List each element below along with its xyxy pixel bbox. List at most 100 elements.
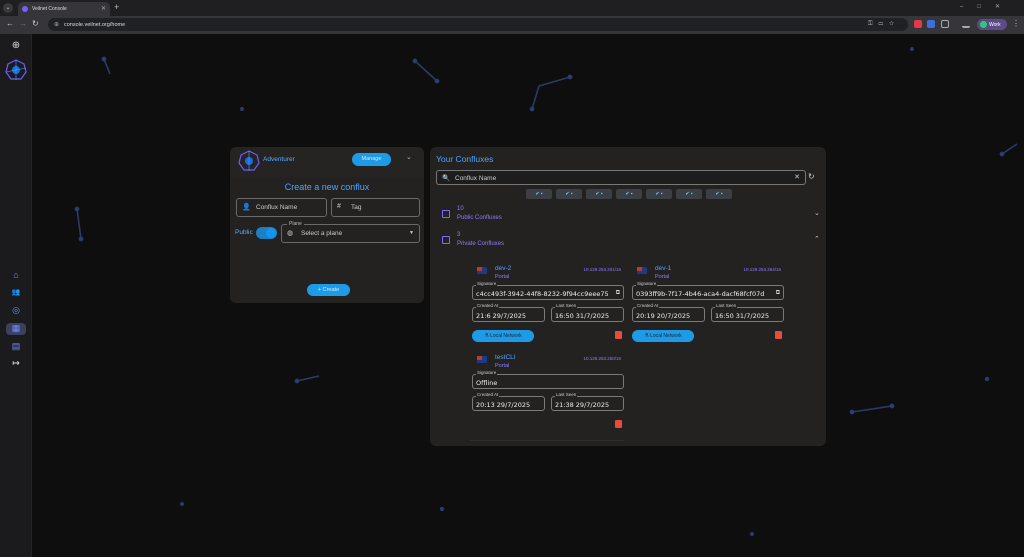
profile-button[interactable]: Work	[977, 19, 1007, 30]
filter-chip[interactable]: ✔ ▪	[646, 189, 672, 199]
delete-icon[interactable]	[615, 331, 622, 339]
signature-value: 0393ff9b-7f17-4b46-aca4-dacf68fcf07d	[636, 289, 765, 298]
add-circle-icon[interactable]: ⊕	[9, 40, 23, 52]
group-label: Private Confluxes	[457, 241, 505, 247]
page-viewport: ⊕ ⌂ 👥 ◎ ▦ ▤ ↦ Adventurer Manage ⌄ Create…	[0, 34, 1024, 557]
manage-button[interactable]: Manage	[352, 153, 391, 166]
delete-icon[interactable]	[775, 331, 782, 339]
chevron-up-icon[interactable]: ⌃	[814, 235, 820, 243]
public-confluxes-group[interactable]: 10 Public Confluxes ⌄	[442, 206, 826, 224]
home-icon[interactable]: ⌂	[9, 270, 23, 282]
reload-icon[interactable]: ↻	[32, 19, 39, 28]
filter-chip[interactable]: ✔ ▪	[676, 189, 702, 199]
logout-icon[interactable]: ↦	[9, 358, 23, 370]
conflux-group-icon	[442, 236, 450, 244]
tag-input[interactable]: # Tag	[331, 198, 420, 217]
confluxes-panel: Your Confluxes 🔍 Conflux Name ✕ ↻ ✔ ▪ ✔ …	[430, 147, 826, 446]
confluxes-title: Your Confluxes	[436, 154, 494, 164]
tab-close-icon[interactable]: ✕	[101, 5, 106, 12]
back-icon[interactable]: ←	[6, 19, 14, 28]
conflux-name-input[interactable]: 👤 Conflux Name	[236, 198, 327, 217]
signature-field[interactable]: Signature Offline	[472, 370, 624, 389]
extensions-puzzle-icon[interactable]	[941, 20, 949, 28]
chevron-down-icon[interactable]: ⌄	[406, 153, 412, 161]
address-bar[interactable]: ⊕ console.veilnet.org/home ⚿▭☆	[48, 18, 908, 31]
local-network-button[interactable]: ⚗ Local Network	[472, 330, 534, 342]
flag-icon	[477, 356, 487, 363]
dropdown-arrow-icon: ▼	[409, 230, 414, 236]
omnibox-actions[interactable]: ⚿▭☆	[868, 21, 900, 28]
delete-icon[interactable]	[615, 420, 622, 428]
favicon-icon	[22, 6, 28, 12]
conflux-search-input[interactable]: 🔍 Conflux Name ✕	[436, 170, 806, 185]
conflux-group-icon	[442, 210, 450, 218]
seen-value: 16:50 31/7/2025	[715, 311, 770, 320]
globe-icon[interactable]: ◎	[9, 305, 23, 317]
divider	[470, 440, 624, 441]
forward-icon[interactable]: →	[19, 19, 27, 28]
refresh-icon[interactable]: ↻	[808, 172, 815, 181]
browser-tab[interactable]: Veilnet Console ✕	[18, 2, 110, 16]
browser-menu-icon[interactable]: ⋮	[1012, 19, 1020, 28]
filter-chip[interactable]: ✔ ▪	[616, 189, 642, 199]
tab-search-icon[interactable]: ⌄	[3, 3, 13, 13]
node-card: testCLI Portal 10.128.253.250/16 Signatu…	[472, 353, 626, 437]
last-seen-field[interactable]: Last Seen 16:50 31/7/2025	[551, 303, 624, 322]
private-confluxes-group[interactable]: 3 Private Confluxes ⌃	[442, 232, 826, 250]
confluxes-grid-icon[interactable]: ▦	[6, 323, 26, 335]
last-seen-field[interactable]: Last Seen 21:38 29/7/2025	[551, 392, 624, 411]
search-placeholder: Conflux Name	[455, 174, 497, 182]
signature-field[interactable]: Signature c4cc493f-3942-44f8-8232-9f94cc…	[472, 281, 624, 300]
chevron-down-icon[interactable]: ⌄	[814, 209, 820, 217]
node-name: dev-1	[655, 265, 672, 272]
group-count: 3	[457, 232, 461, 238]
filter-chip[interactable]: ✔ ▪	[556, 189, 582, 199]
person-icon: 👤	[242, 204, 251, 211]
extension-icon[interactable]	[914, 20, 922, 28]
signature-value: Offline	[476, 378, 498, 387]
copy-icon[interactable]: ⧉	[616, 289, 620, 297]
avatar	[238, 150, 260, 171]
created-at-field[interactable]: Created At 20:13 29/7/2025	[472, 392, 545, 411]
extension-icon[interactable]	[927, 20, 935, 28]
seen-label: Last Seen	[715, 303, 738, 308]
site-info-icon[interactable]: ⊕	[54, 21, 59, 28]
created-value: 20:13 29/7/2025	[476, 400, 531, 409]
filter-chip[interactable]: ✔ ▪	[706, 189, 732, 199]
flag-icon	[477, 267, 487, 274]
url-text: console.veilnet.org/home	[64, 21, 126, 28]
filter-chip[interactable]: ✔ ▪	[526, 189, 552, 199]
download-icon[interactable]	[962, 20, 970, 28]
node-type: Portal	[655, 274, 670, 280]
new-tab-button[interactable]: +	[114, 2, 119, 12]
server-icon[interactable]: ▤	[9, 341, 23, 353]
node-card: dev-2 Portal 10.128.253.201/16 Signature…	[472, 264, 626, 348]
plane-label: Plane	[287, 221, 304, 227]
clear-icon[interactable]: ✕	[794, 173, 800, 181]
node-card: dev-1 Portal 10.128.253.254/16 Signature…	[632, 264, 786, 348]
user-card: Adventurer Manage ⌄	[230, 147, 424, 177]
user-name: Adventurer	[263, 156, 295, 163]
flag-icon	[637, 267, 647, 274]
plane-select[interactable]: Plane ◍ Select a plane ▼	[281, 221, 420, 243]
users-icon[interactable]: 👥	[9, 288, 23, 300]
tab-title: Veilnet Console	[32, 6, 67, 12]
local-network-button[interactable]: ⚗ Local Network	[632, 330, 694, 342]
filter-chip[interactable]: ✔ ▪	[586, 189, 612, 199]
signature-field[interactable]: Signature 0393ff9b-7f17-4b46-aca4-dacf68…	[632, 281, 784, 300]
signature-label: Signature	[476, 281, 498, 286]
seen-label: Last Seen	[555, 392, 578, 397]
sidebar: ⊕ ⌂ 👥 ◎ ▦ ▤ ↦	[0, 34, 32, 557]
search-icon: 🔍	[442, 175, 451, 182]
last-seen-field[interactable]: Last Seen 16:50 31/7/2025	[711, 303, 784, 322]
node-name: dev-2	[495, 265, 512, 272]
create-title: Create a new conflux	[284, 182, 370, 192]
copy-icon[interactable]: ⧉	[776, 289, 780, 297]
created-at-field[interactable]: Created At 21:6 29/7/2025	[472, 303, 545, 322]
window-controls[interactable]: –□✕	[960, 3, 1014, 10]
created-at-field[interactable]: Created At 20:19 20/7/2025	[632, 303, 705, 322]
create-button[interactable]: + Create	[307, 284, 350, 296]
seen-value: 16:50 31/7/2025	[555, 311, 610, 320]
public-toggle[interactable]	[256, 227, 277, 239]
node-ip: 10.128.253.201/16	[583, 267, 621, 272]
